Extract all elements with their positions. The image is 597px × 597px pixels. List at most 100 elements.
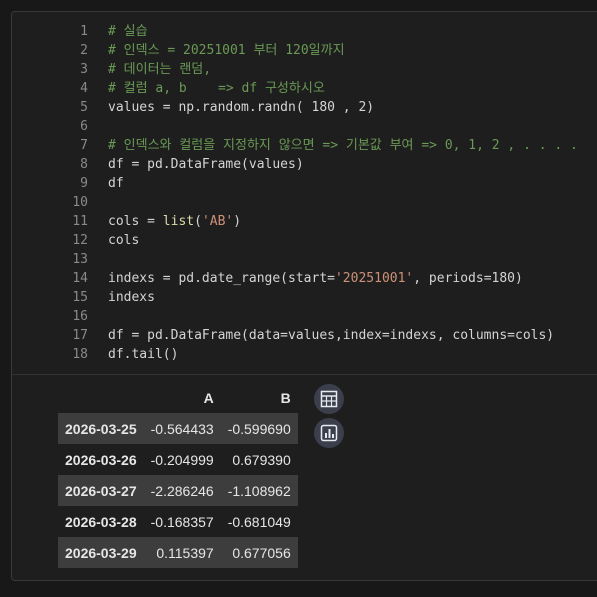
code-text[interactable]: # 인덱스와 컬럼을 지정하지 않으면 => 기본값 부여 => 0, 1, 2… bbox=[108, 136, 578, 155]
cell-b: -0.599690 bbox=[227, 420, 291, 437]
code-text[interactable]: indexs = pd.date_range(start='20251001',… bbox=[108, 269, 523, 288]
code-line[interactable]: 3 # 데이터는 랜덤, bbox=[12, 60, 597, 79]
code-text[interactable]: cols bbox=[108, 231, 139, 250]
code-text[interactable]: df.tail() bbox=[108, 345, 178, 364]
code-token: # 실습 bbox=[108, 24, 148, 39]
table-row: 2026-03-26 -0.204999 0.679390 bbox=[58, 444, 298, 475]
line-number: 3 bbox=[80, 62, 88, 77]
code-token: '20251001' bbox=[334, 271, 414, 286]
cell-a: 0.115397 bbox=[156, 544, 214, 561]
table-header-row: A B bbox=[58, 382, 298, 413]
code-token: 'AB' bbox=[201, 214, 234, 229]
code-line[interactable]: 12 cols bbox=[12, 231, 597, 250]
code-line[interactable]: 2 # 인덱스 = 20251001 부터 120일까지 bbox=[12, 41, 597, 60]
line-number: 10 bbox=[72, 195, 88, 210]
code-text[interactable]: # 실습 bbox=[108, 22, 148, 41]
line-number: 1 bbox=[80, 24, 88, 39]
table-row: 2026-03-28 -0.168357 -0.681049 bbox=[58, 506, 298, 537]
code-token: indexs bbox=[108, 290, 155, 305]
output-area: A B 2026-03-25 -0.564433 -0.599690 2026-03-… bbox=[58, 382, 298, 568]
line-number: 15 bbox=[72, 290, 88, 305]
line-number: 6 bbox=[80, 119, 88, 134]
code-token: df = pd.DataFrame(data=values,index=inde… bbox=[108, 328, 555, 343]
cell-a: -0.204999 bbox=[150, 451, 214, 468]
code-line[interactable]: 9 df bbox=[12, 174, 597, 193]
code-token: # 컬럼 a, b => df 구성하시오 bbox=[108, 81, 325, 96]
table-row: 2026-03-27 -2.286246 -1.108962 bbox=[58, 475, 298, 506]
line-number: 8 bbox=[80, 157, 88, 172]
code-token: # 데이터는 랜덤, bbox=[108, 62, 212, 77]
code-token: indexs = pd.date_range(start= bbox=[108, 271, 335, 286]
code-line[interactable]: 1 # 실습 bbox=[12, 22, 597, 41]
code-token: # 인덱스 = 20251001 부터 120일까지 bbox=[108, 43, 345, 58]
code-text[interactable]: df = pd.DataFrame(data=values,index=inde… bbox=[108, 326, 554, 345]
code-line[interactable]: 17 df = pd.DataFrame(data=values,index=in… bbox=[12, 326, 597, 345]
line-number: 14 bbox=[72, 271, 88, 286]
code-line[interactable]: 11 cols = list('AB') bbox=[12, 212, 597, 231]
line-number: 2 bbox=[80, 43, 88, 58]
code-text[interactable]: cols = list('AB') bbox=[108, 212, 241, 231]
table-view-button[interactable] bbox=[314, 384, 344, 414]
table-row: 2026-03-29 0.115397 0.677056 bbox=[58, 537, 298, 568]
code-text[interactable]: # 컬럼 a, b => df 구성하시오 bbox=[108, 79, 325, 98]
code-token: cols bbox=[108, 233, 140, 248]
code-text[interactable]: df = pd.DataFrame(values) bbox=[108, 155, 304, 174]
row-index: 2026-03-26 bbox=[65, 451, 137, 468]
cell-b: -0.681049 bbox=[227, 513, 291, 530]
line-number: 5 bbox=[80, 100, 88, 115]
row-index: 2026-03-29 bbox=[65, 544, 137, 561]
code-line[interactable]: 4 # 컬럼 a, b => df 구성하시오 bbox=[12, 79, 597, 98]
code-token: cols = bbox=[108, 214, 163, 229]
code-token: ( bbox=[194, 214, 202, 229]
code-line[interactable]: 8 df = pd.DataFrame(values) bbox=[12, 155, 597, 174]
code-token: df = pd.DataFrame(values) bbox=[108, 157, 304, 172]
line-number: 18 bbox=[72, 347, 88, 362]
bar-chart-icon bbox=[320, 424, 338, 442]
code-token: df.tail() bbox=[108, 347, 179, 362]
code-line[interactable]: 18 df.tail() bbox=[12, 345, 597, 364]
code-token: df bbox=[108, 176, 124, 191]
cell-a: -0.564433 bbox=[150, 420, 214, 437]
code-line[interactable]: 13 bbox=[12, 250, 597, 269]
chart-view-button[interactable] bbox=[314, 418, 344, 448]
cell-a: -2.286246 bbox=[150, 482, 214, 499]
code-token: values = np.random.randn( 180 , 2) bbox=[108, 100, 375, 115]
index-header bbox=[58, 382, 144, 413]
line-number: 4 bbox=[80, 81, 88, 96]
row-index: 2026-03-28 bbox=[65, 513, 137, 530]
line-number: 17 bbox=[72, 328, 88, 343]
code-line[interactable]: 15 indexs bbox=[12, 288, 597, 307]
line-number: 13 bbox=[72, 252, 88, 267]
dataframe-table: A B 2026-03-25 -0.564433 -0.599690 2026-03-… bbox=[58, 382, 298, 568]
code-text[interactable]: values = np.random.randn( 180 , 2) bbox=[108, 98, 374, 117]
row-index: 2026-03-27 bbox=[65, 482, 137, 499]
table-icon bbox=[320, 390, 338, 408]
code-token: ) bbox=[233, 214, 242, 229]
code-text[interactable]: indexs bbox=[108, 288, 155, 307]
cell-b: 0.677056 bbox=[232, 544, 291, 561]
line-number: 16 bbox=[72, 309, 88, 324]
line-number: 12 bbox=[72, 233, 88, 248]
cell-b: 0.679390 bbox=[232, 451, 291, 468]
cell-divider bbox=[12, 374, 597, 375]
row-index: 2026-03-25 bbox=[65, 420, 137, 437]
line-number: 9 bbox=[80, 176, 88, 191]
code-text[interactable]: # 데이터는 랜덤, bbox=[108, 60, 211, 79]
code-line[interactable]: 6 bbox=[12, 117, 597, 136]
code-line[interactable]: 14 indexs = pd.date_range(start='20251001… bbox=[12, 269, 597, 288]
code-line[interactable]: 5 values = np.random.randn( 180 , 2) bbox=[12, 98, 597, 117]
code-text[interactable]: # 인덱스 = 20251001 부터 120일까지 bbox=[108, 41, 345, 60]
line-number: 7 bbox=[80, 138, 88, 153]
cell-a: -0.168357 bbox=[150, 513, 214, 530]
code-token: , periods=180) bbox=[413, 271, 523, 286]
column-header-b: B bbox=[280, 389, 291, 406]
code-line[interactable]: 10 bbox=[12, 193, 597, 212]
code-editor[interactable]: 1 # 실습 2 # 인덱스 = 20251001 부터 120일까지 3 # 데이터는 … bbox=[12, 22, 597, 364]
table-row: 2026-03-25 -0.564433 -0.599690 bbox=[58, 413, 298, 444]
code-token: # 인덱스와 컬럼을 지정하지 않으면 => 기본값 부여 => 0, 1, 2… bbox=[108, 138, 578, 153]
code-line[interactable]: 16 bbox=[12, 307, 597, 326]
code-token: list bbox=[162, 214, 195, 229]
code-cell[interactable]: 1 # 실습 2 # 인덱스 = 20251001 부터 120일까지 3 # 데이터는 … bbox=[11, 11, 597, 581]
code-line[interactable]: 7 # 인덱스와 컬럼을 지정하지 않으면 => 기본값 부여 => 0, 1, … bbox=[12, 136, 597, 155]
code-text[interactable]: df bbox=[108, 174, 124, 193]
